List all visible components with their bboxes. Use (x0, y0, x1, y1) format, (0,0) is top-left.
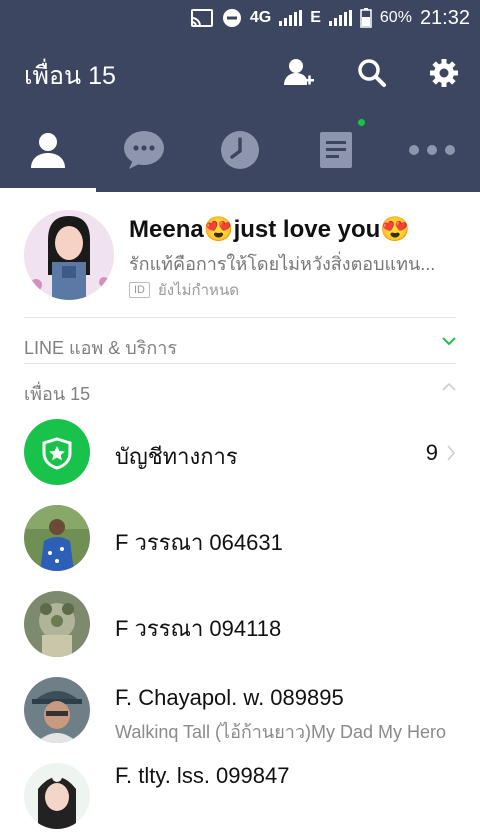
tab-more[interactable] (384, 108, 480, 192)
section-friends-label[interactable]: เพื่อน 15 (24, 379, 90, 408)
clock-icon (221, 131, 259, 169)
profile-id-row: ID ยังไม่กำหนด (129, 278, 239, 302)
section-services-label[interactable]: LINE แอพ & บริการ (24, 333, 177, 362)
active-tab-indicator (0, 188, 96, 192)
list-item-friend[interactable]: F วรรณา 064631 (0, 495, 480, 581)
chat-bubble-icon (124, 131, 164, 169)
tab-bar (0, 108, 480, 192)
list-item-name: F. tlty. lss. 099847 (115, 763, 290, 788)
list-item-friend[interactable]: F วรรณา 094118 (0, 581, 480, 667)
list-item-name: บัญชีทางการ (115, 444, 238, 469)
list-item-official-accounts[interactable]: บัญชีทางการ 9 (0, 409, 480, 495)
tab-chats[interactable] (96, 108, 192, 192)
friend-avatar (24, 591, 90, 657)
search-button[interactable] (355, 56, 389, 90)
news-badge-dot (358, 119, 365, 126)
chevron-down-icon[interactable] (442, 336, 456, 346)
search-icon (358, 59, 386, 87)
settings-button[interactable] (427, 56, 461, 90)
battery-icon (360, 8, 372, 28)
cast-icon (190, 9, 213, 27)
chevron-up-icon[interactable] (442, 382, 456, 392)
profile-name[interactable]: Meena😍just love you😍 (129, 215, 410, 244)
shield-star-icon (42, 437, 72, 470)
add-friend-icon (284, 59, 314, 85)
profile-id-value: ยังไม่กำหนด (158, 282, 239, 299)
friend-photo-icon (24, 677, 90, 743)
network-type-label: 4G (249, 9, 272, 26)
page-title: เพื่อน 15 (24, 62, 116, 90)
more-dots-icon (409, 145, 455, 155)
tab-timeline[interactable] (192, 108, 288, 192)
friend-avatar (24, 505, 90, 571)
list-item-name: F วรรณา 094118 (115, 616, 282, 641)
clock: 21:32 (419, 6, 470, 29)
status-bar: 4G E 60% 21:32 (0, 0, 480, 36)
official-count-badge: 9 (425, 440, 438, 465)
official-account-avatar (24, 419, 90, 485)
app-header: เพื่อน 15 (0, 36, 480, 108)
do-not-disturb-icon (222, 9, 241, 27)
friend-photo-icon (24, 763, 90, 829)
add-friend-button[interactable] (282, 56, 316, 90)
tab-friends[interactable] (0, 108, 96, 192)
document-icon (320, 132, 352, 168)
signal-2-icon (328, 10, 352, 26)
list-item-name: F วรรณา 064631 (115, 530, 283, 555)
network-type-2-label: E (310, 9, 321, 26)
friend-photo-icon (24, 591, 90, 657)
friend-photo-icon (24, 505, 90, 571)
profile-photo-icon (24, 210, 114, 300)
chevron-right-icon (447, 445, 456, 461)
my-profile-avatar[interactable] (24, 210, 114, 300)
person-icon (31, 133, 65, 168)
list-item-friend[interactable]: F. Chayapol. w. 089895 Walkinq Tall (ไอ้… (0, 667, 480, 753)
list-item-status: Walkinq Tall (ไอ้ก้านยาว)My Dad My Hero (115, 722, 446, 742)
profile-status-message: รักแท้คือการให้โดยไม่หวังสิ่งตอบแทน... (129, 254, 436, 274)
gear-icon (430, 59, 458, 87)
friend-avatar (24, 677, 90, 743)
list-item-friend[interactable]: F. tlty. lss. 099847 (0, 753, 480, 839)
friend-avatar (24, 763, 90, 829)
list-item-name: F. Chayapol. w. 089895 (115, 685, 344, 710)
tab-news[interactable] (288, 108, 384, 192)
signal-icon (279, 10, 303, 26)
id-badge: ID (129, 282, 150, 298)
battery-level: 60% (379, 9, 412, 26)
divider (24, 363, 456, 364)
divider (24, 317, 456, 318)
